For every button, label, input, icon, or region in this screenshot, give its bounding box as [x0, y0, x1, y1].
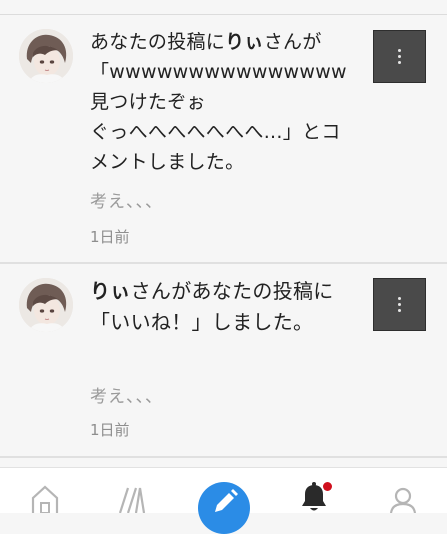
message-prefix: あなたの投稿に [90, 31, 226, 53]
compose-button[interactable] [198, 482, 250, 534]
notification-item[interactable]: あなたの投稿にりぃさんが 「wwwwwwwwwwwwwww 見つけたぞぉ ぐっへ… [0, 15, 447, 262]
avatar-image [19, 278, 73, 332]
divider [0, 456, 447, 458]
library-icon [118, 487, 146, 514]
avatar-image [19, 29, 73, 83]
kebab-menu-icon [398, 297, 401, 312]
home-icon [31, 485, 59, 514]
notification-item[interactable]: りぃさんがあなたの投稿に「いいね！」しました。 考え、、、 1日前 [0, 264, 447, 456]
nav-profile[interactable] [386, 468, 420, 514]
avatar[interactable] [19, 278, 73, 332]
username[interactable]: りぃ [90, 279, 131, 303]
notification-message: りぃさんがあなたの投稿に「いいね！」しました。 [90, 276, 355, 338]
nav-home[interactable] [28, 468, 62, 514]
timestamp: 1日前 [90, 228, 130, 246]
nav-library[interactable] [112, 468, 152, 514]
compose-icon [215, 489, 238, 512]
notification-message: あなたの投稿にりぃさんが 「wwwwwwwwwwwwwww 見つけたぞぉ ぐっへ… [90, 27, 355, 177]
more-options-button[interactable] [373, 30, 426, 83]
timestamp: 1日前 [90, 421, 130, 439]
username[interactable]: りぃ [225, 31, 264, 53]
avatar[interactable] [19, 29, 73, 83]
bottom-navigation [0, 467, 447, 534]
kebab-menu-icon [398, 49, 401, 64]
more-options-button[interactable] [373, 278, 426, 331]
post-excerpt[interactable]: 考え、、、 [90, 187, 163, 212]
notification-badge [323, 482, 332, 491]
profile-icon [389, 487, 417, 514]
post-excerpt[interactable]: 考え、、、 [90, 382, 163, 407]
